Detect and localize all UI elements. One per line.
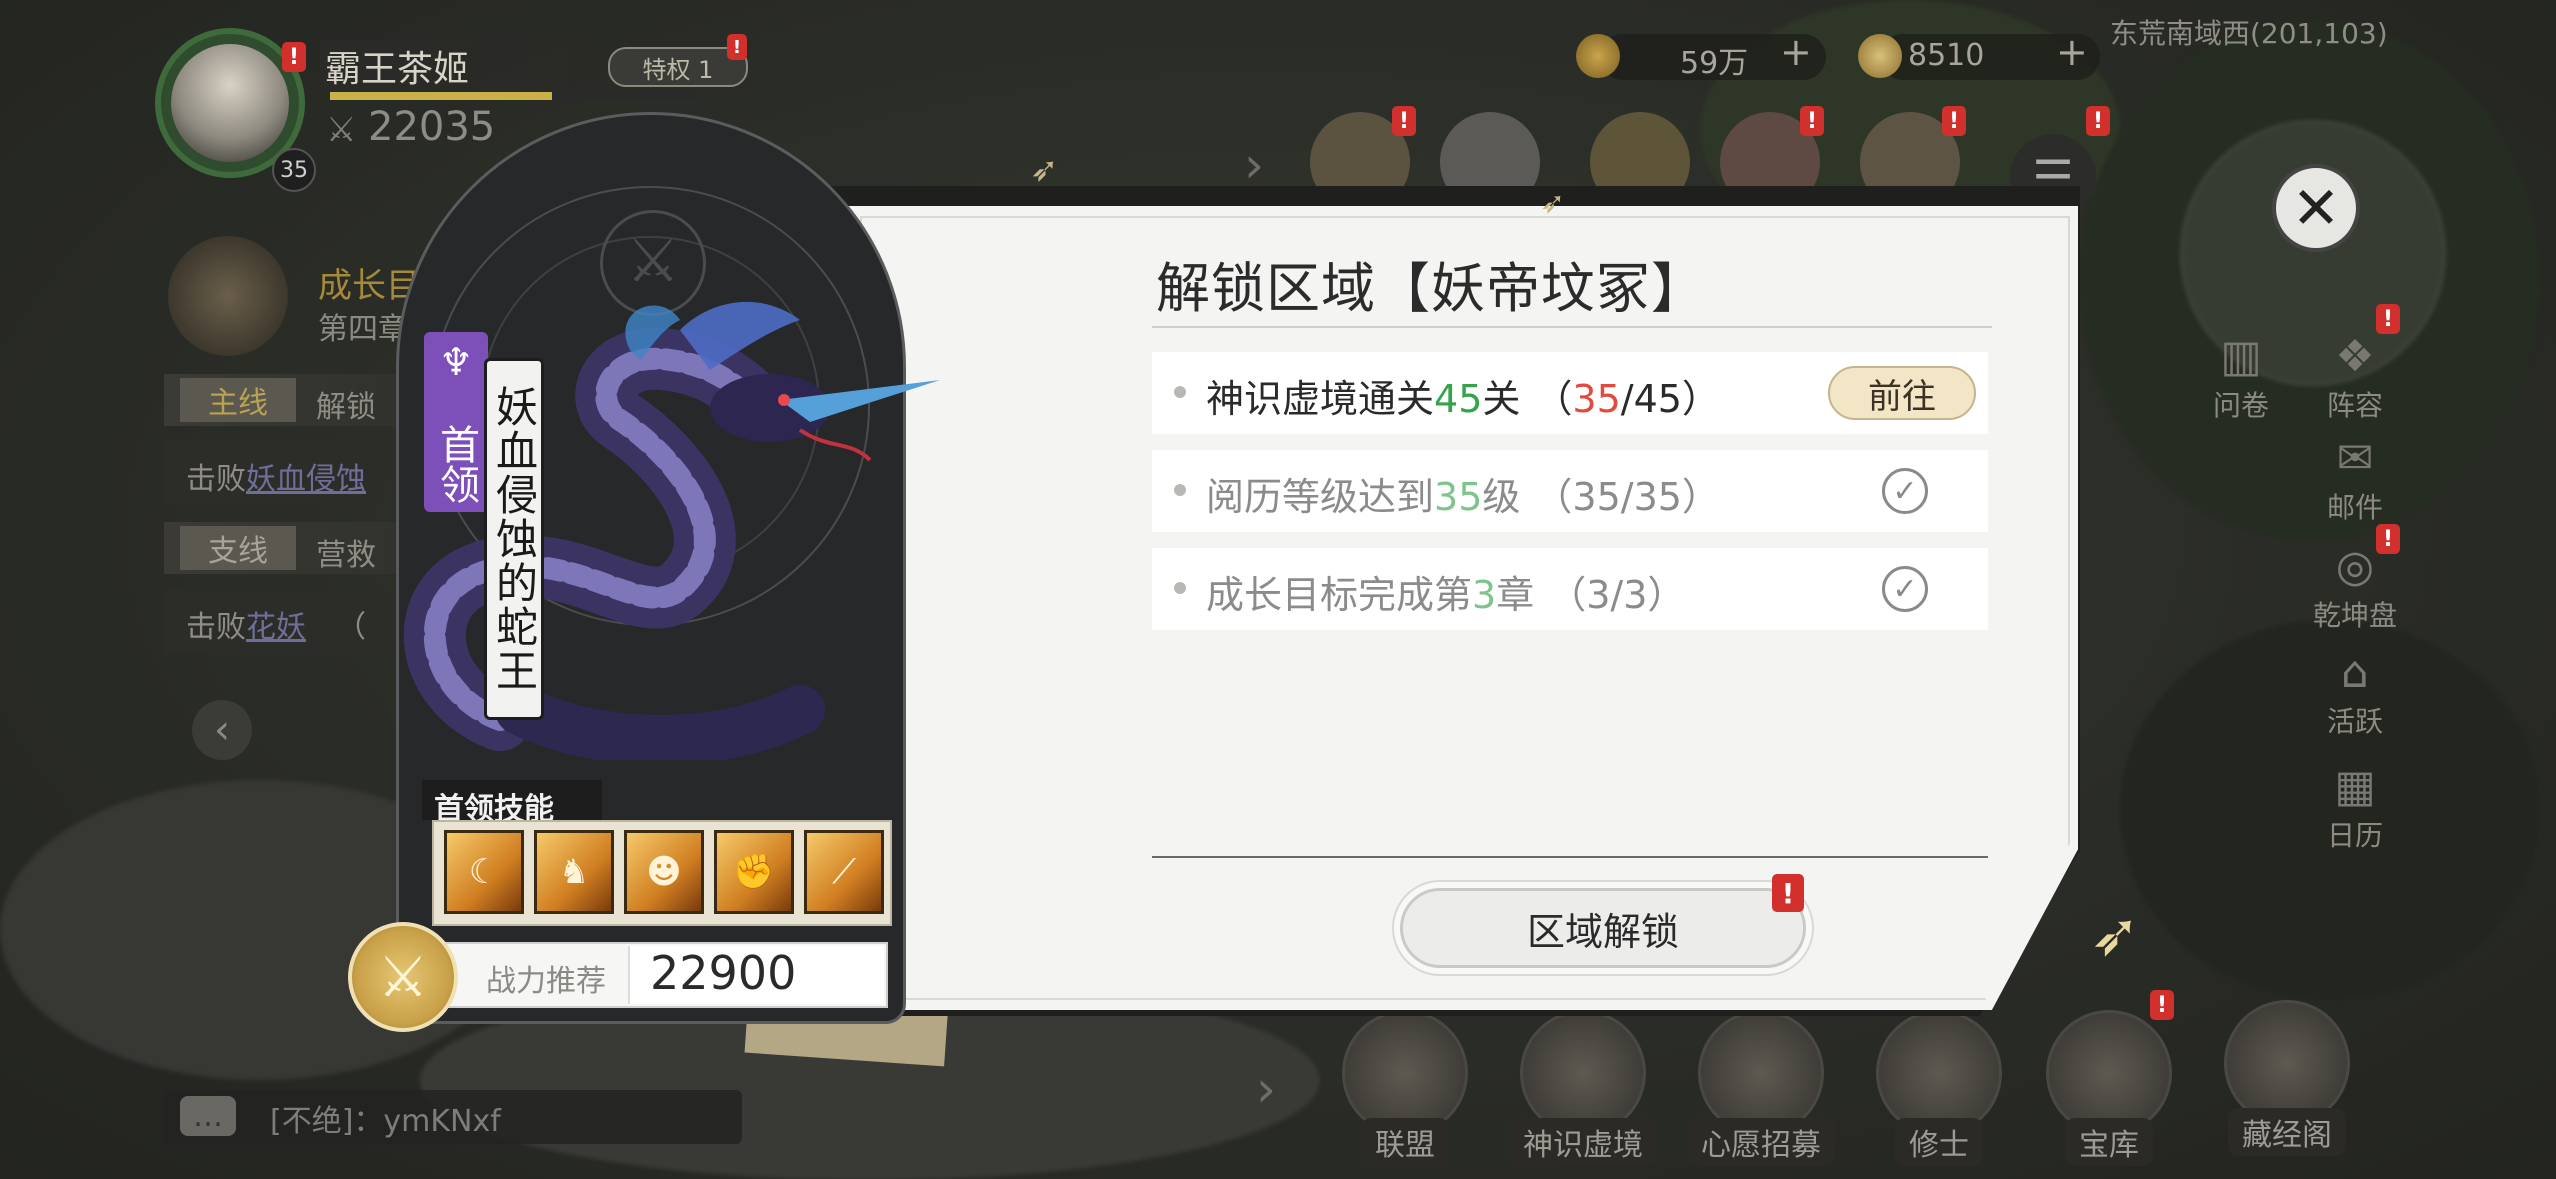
skill-claw-icon[interactable]: ☾: [444, 830, 524, 914]
skill-fist-icon[interactable]: ✊: [714, 830, 794, 914]
add-gem-button[interactable]: +: [2056, 30, 2088, 74]
recommended-power-label: 战力推荐: [486, 964, 606, 999]
condition-text: 阅历等级达到35级 （35/35）: [1206, 475, 1720, 519]
gem-icon: [1858, 34, 1902, 78]
nav-label: 神识虚境: [1509, 1118, 1657, 1166]
crossed-swords-medal-icon: ⚔: [348, 922, 458, 1032]
nav-spirit-realm[interactable]: 神识虚境: [1508, 1010, 1658, 1166]
growth-goal-icon[interactable]: [168, 236, 288, 356]
skill-slash-icon[interactable]: ⟋: [804, 830, 884, 914]
checkmark-icon: ✓: [1882, 566, 1928, 612]
nav-label: 修士: [1895, 1118, 1983, 1166]
coin-amount: 59万: [1680, 46, 1749, 81]
branch-quest-desc: 击败花妖（: [186, 610, 366, 645]
alert-icon: !: [727, 34, 747, 60]
alert-icon: !: [282, 42, 306, 72]
branch-quest-title: 营救: [316, 538, 376, 573]
add-coin-button[interactable]: +: [1780, 30, 1812, 74]
calendar-icon: ▦: [2334, 761, 2376, 812]
nav-wish-recruit[interactable]: 心愿招募: [1686, 1010, 1836, 1166]
dialog-title: 解锁区域【妖帝坟冢】: [1156, 257, 1706, 320]
demon-emblem-icon: ♆: [438, 340, 474, 384]
nav-treasury[interactable]: 宝库: [2034, 1010, 2184, 1166]
bottom-divider: [1152, 856, 1988, 858]
nav-cultivator[interactable]: 修士: [1864, 1010, 2014, 1166]
condition-text: 神识虚境通关45关 （35/45）: [1206, 377, 1720, 421]
boss-skills-strip: ☾ ♞ ☻ ✊ ⟋: [432, 820, 892, 926]
alert-icon: !: [2376, 304, 2400, 334]
mail-icon: ✉: [2336, 433, 2374, 484]
alert-icon: !: [1772, 874, 1804, 912]
lineup-label: 阵容: [2326, 389, 2383, 422]
mail-label: 邮件: [2326, 491, 2383, 524]
skill-roar-icon[interactable]: ☻: [624, 830, 704, 914]
feather-icon: ➶: [2090, 900, 2141, 970]
gem-amount: 8510: [1908, 38, 1985, 73]
coin-icon: [1576, 34, 1620, 78]
checkmark-icon: ✓: [1882, 468, 1928, 514]
qiankun-button[interactable]: ◎ 乾坤盘: [2310, 540, 2400, 634]
condition-text: 成长目标完成第3章 （3/3）: [1206, 573, 1686, 617]
goto-button[interactable]: 前往: [1828, 366, 1976, 420]
alert-icon: !: [2086, 106, 2110, 136]
activity-button[interactable]: ⌂ 活跃: [2310, 646, 2400, 740]
calendar-button[interactable]: ▦ 日历: [2310, 760, 2400, 854]
survey-label: 问卷: [2212, 389, 2269, 422]
branch-quest-tag: 支线: [180, 526, 296, 570]
alert-icon: !: [2150, 990, 2174, 1020]
exp-bar-fill: [330, 92, 552, 100]
expand-arrow-icon[interactable]: ›: [1256, 1060, 1276, 1118]
alert-icon: !: [2376, 524, 2400, 554]
mail-button[interactable]: ✉ 邮件: [2310, 432, 2400, 526]
activity-label: 活跃: [2326, 705, 2383, 738]
expand-arrow-icon[interactable]: ›: [1244, 136, 1264, 194]
game-screen: 35 ! 霸王茶姬 特权 1 ! ⚔ 22035 59万 + 8510 + 东荒…: [0, 0, 2556, 1179]
alert-icon: !: [1942, 106, 1966, 136]
feather-icon: ➶: [1540, 186, 1566, 221]
exp-bar: [330, 92, 700, 100]
main-quest-tag: 主线: [180, 378, 296, 422]
nav-label: 藏经阁: [2228, 1108, 2346, 1156]
survey-button[interactable]: ▥ 问卷: [2196, 330, 2286, 424]
condition-row: 神识虚境通关45关 （35/45） 前往: [1152, 352, 1988, 434]
bullet-icon: [1174, 582, 1186, 594]
collapse-arrow-icon[interactable]: ‹: [192, 700, 252, 760]
recommended-power-value: 22900: [650, 946, 797, 1000]
bullet-icon: [1174, 386, 1186, 398]
pagoda-icon: ⌂: [2341, 647, 2369, 698]
chat-message: [不绝]：ymKNxf: [270, 1104, 501, 1139]
nav-scripture-hall[interactable]: 藏经阁: [2212, 1000, 2362, 1156]
condition-row: 阅历等级达到35级 （35/35） ✓: [1152, 450, 1988, 532]
avatar-portrait: [171, 44, 289, 162]
location-coords: 东荒南域西(201,103): [2110, 17, 2388, 50]
player-name: 霸王茶姬: [325, 49, 470, 90]
alert-icon: !: [1392, 106, 1416, 136]
nav-alliance[interactable]: 联盟: [1330, 1010, 1480, 1166]
crossed-swords-icon: ⚔: [326, 110, 357, 150]
chat-bubble-icon: …: [180, 1096, 236, 1136]
main-quest-desc: 击败妖血侵蚀: [186, 462, 366, 497]
boss-name: 妖血侵蚀的蛇王: [484, 358, 544, 720]
nav-label: 心愿招募: [1687, 1118, 1835, 1166]
unlock-area-button[interactable]: 区域解锁: [1400, 888, 1806, 968]
bullet-icon: [1174, 484, 1186, 496]
lineup-icon: ❖: [2335, 331, 2375, 382]
title-divider: [1152, 326, 1992, 328]
survey-icon: ▥: [2220, 331, 2262, 382]
calendar-label: 日历: [2326, 819, 2383, 852]
main-quest-title: 解锁: [316, 390, 376, 425]
alert-icon: !: [1800, 106, 1824, 136]
close-icon[interactable]: ✕: [2272, 164, 2360, 252]
condition-row: 成长目标完成第3章 （3/3） ✓: [1152, 548, 1988, 630]
nav-label: 联盟: [1361, 1118, 1449, 1166]
lineup-button[interactable]: ❖ 阵容: [2310, 330, 2400, 424]
nav-label: 宝库: [2065, 1118, 2153, 1166]
feather-icon: ➶: [1030, 150, 1059, 190]
qiankun-label: 乾坤盘: [2312, 599, 2397, 632]
skill-beast-icon[interactable]: ♞: [534, 830, 614, 914]
player-level-badge: 35: [272, 148, 316, 192]
player-power: 22035: [368, 104, 496, 150]
